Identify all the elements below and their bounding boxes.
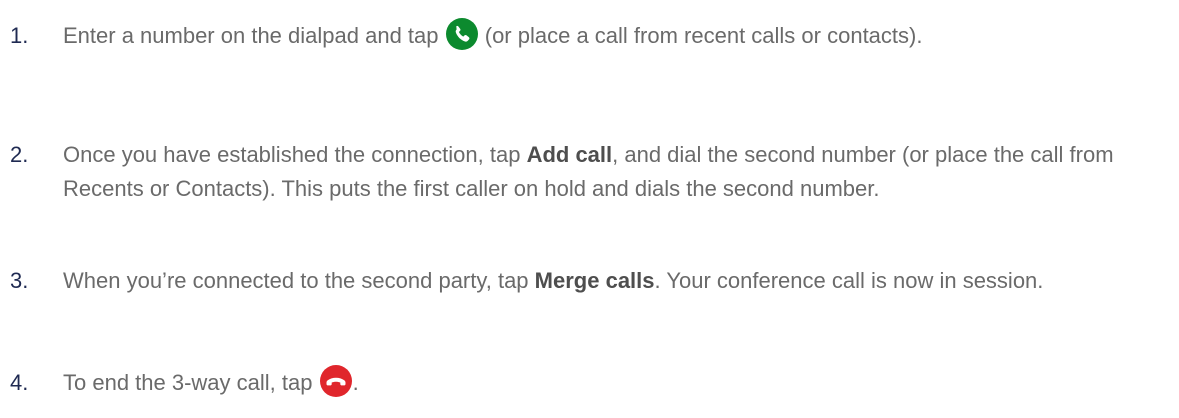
step-text: To end the 3-way call, tap . (63, 360, 1163, 406)
add-call-label: Add call (526, 142, 613, 167)
step-3-text-after: . Your conference call is now in session… (654, 268, 1044, 293)
step-1-text-after: (or place a call from recent calls or co… (484, 23, 923, 48)
step-text: Enter a number on the dialpad and tap (o… (63, 10, 1163, 61)
step-3-text-before: When you’re connected to the second part… (63, 268, 529, 293)
step-1-text-before: Enter a number on the dialpad and tap (63, 23, 439, 48)
step-4-text-before: To end the 3-way call, tap (63, 370, 313, 395)
step-number: 1. (10, 23, 29, 48)
merge-calls-label: Merge calls (534, 268, 655, 293)
call-button-icon (445, 17, 479, 51)
step-text: When you’re connected to the second part… (63, 264, 1163, 298)
step-number: 2. (10, 142, 29, 167)
step-text: Once you have established the connection… (63, 138, 1163, 206)
step-4-text-after: . (352, 370, 359, 395)
step-number: 3. (10, 268, 29, 293)
step-number: 4. (10, 370, 29, 395)
step-2-text-before: Once you have established the connection… (63, 142, 521, 167)
end-call-icon (319, 364, 353, 398)
